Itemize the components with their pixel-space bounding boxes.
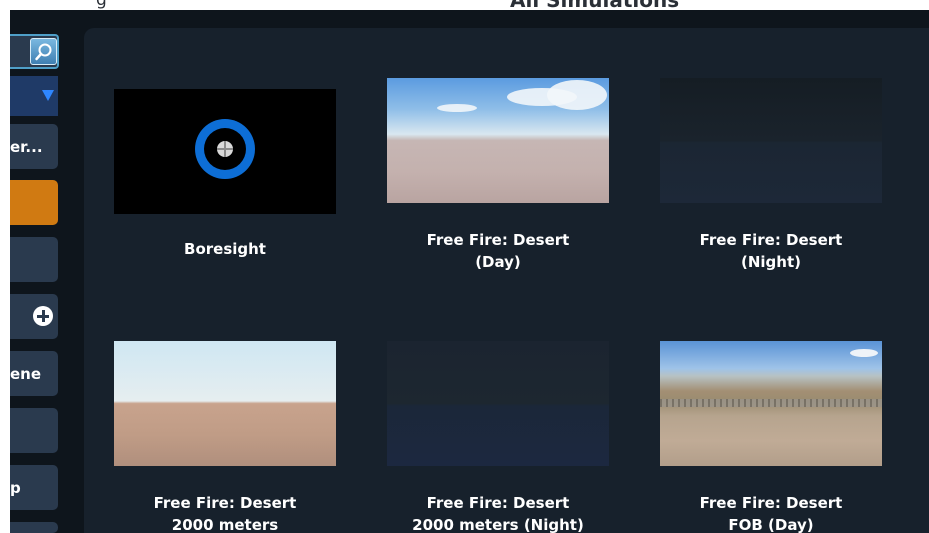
tile-desert-night[interactable]: Free Fire: Desert (Night) — [660, 78, 882, 273]
app-window: er... ene p Boresight Free Fire: Desert … — [10, 10, 929, 533]
sidebar-button-add[interactable] — [10, 294, 58, 339]
tile-boresight[interactable]: Boresight — [114, 89, 336, 260]
target-ring-icon — [195, 119, 255, 179]
sidebar-button-2-active[interactable] — [10, 180, 58, 225]
sidebar-button-1-label: er... — [10, 137, 43, 156]
thumbnail[interactable] — [114, 341, 336, 466]
header-strip: g All Simulations — [0, 0, 929, 10]
search-button[interactable] — [30, 38, 57, 65]
sidebar-button-6[interactable] — [10, 408, 58, 453]
tile-subtitle: 2000 meters — [171, 516, 279, 533]
tile-title: Free Fire: Desert — [153, 494, 297, 512]
plus-circle-icon[interactable] — [33, 306, 53, 326]
sidebar-button-5-label: ene — [10, 364, 42, 383]
sidebar-button-7-label: p — [10, 478, 21, 497]
sidebar-button-7[interactable]: p — [10, 465, 58, 510]
tile-subtitle: FOB (Day) — [728, 516, 814, 533]
header-left-fragment: g — [96, 0, 107, 10]
fence — [660, 399, 882, 407]
tile-title: Boresight — [184, 240, 266, 258]
tile-title: Free Fire: Desert — [699, 231, 843, 249]
thumbnail[interactable] — [660, 78, 882, 203]
tile-desert-fob-day[interactable]: Free Fire: Desert FOB (Day) — [660, 341, 882, 533]
tile-subtitle: 2000 meters (Night) — [412, 516, 584, 533]
sidebar-button-3[interactable] — [10, 237, 58, 282]
tile-subtitle: (Night) — [741, 253, 801, 271]
sidebar-button-8[interactable] — [10, 522, 58, 533]
page-title: All Simulations — [510, 0, 679, 10]
tile-title: Free Fire: Desert — [426, 494, 570, 512]
tile-desert-2000m-night[interactable]: Free Fire: Desert 2000 meters (Night) — [387, 341, 609, 533]
tile-subtitle: (Day) — [475, 253, 521, 271]
sidebar-button-5[interactable]: ene — [10, 351, 58, 396]
tile-desert-day[interactable]: Free Fire: Desert (Day) — [387, 78, 609, 273]
thumbnail[interactable] — [387, 341, 609, 466]
tile-desert-2000m[interactable]: Free Fire: Desert 2000 meters — [114, 341, 336, 533]
thumbnail[interactable] — [660, 341, 882, 466]
thumbnail[interactable] — [114, 89, 336, 214]
sidebar: er... ene p — [10, 10, 72, 533]
thumbnail[interactable] — [387, 78, 609, 203]
caret-down-icon — [42, 90, 54, 101]
sidebar-button-1[interactable]: er... — [10, 124, 58, 169]
magnifier-icon — [34, 43, 51, 60]
filter-dropdown[interactable] — [10, 76, 58, 116]
tile-title: Free Fire: Desert — [699, 494, 843, 512]
simulations-grid: Boresight Free Fire: Desert (Day) Free F… — [84, 28, 929, 533]
tile-title: Free Fire: Desert — [426, 231, 570, 249]
search-input[interactable] — [10, 34, 59, 69]
